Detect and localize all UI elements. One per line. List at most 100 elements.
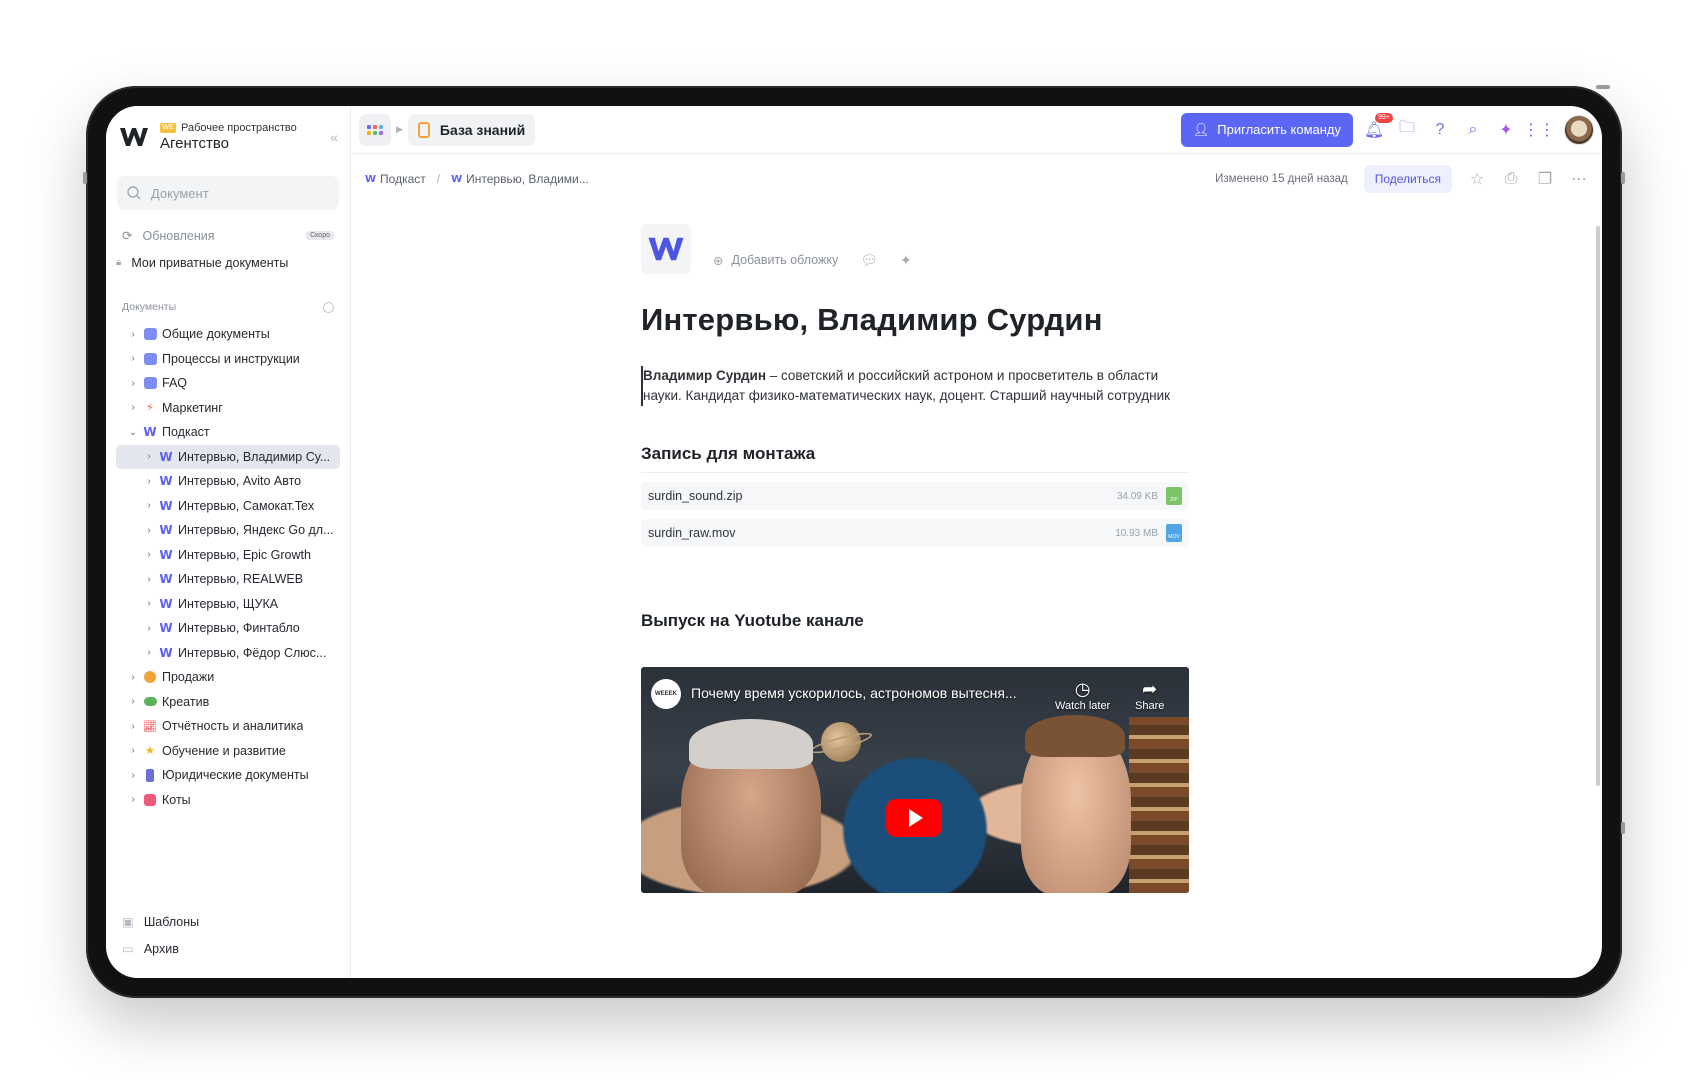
tree-item-surdin[interactable]: › W Интервью, Владимир Су... [116,444,340,469]
chevron-right-icon[interactable]: › [128,770,138,781]
invite-team-button[interactable]: 👤︎ Пригласить команду [1180,112,1353,147]
tree-item-analytics[interactable]: › 📈︎ Отчётность и аналитика [116,714,340,739]
collapse-sidebar-icon[interactable]: « [330,129,338,145]
tree-item-sales[interactable]: › Продажи [116,665,340,690]
chevron-right-icon[interactable]: › [144,500,154,511]
tree-item-legal[interactable]: › Юридические документы [116,763,340,788]
camera [1596,85,1610,89]
favorite-icon[interactable]: ☆ [1468,169,1486,189]
nav-updates[interactable]: ⟳ Обновления Скоро [106,222,350,249]
tree-item-podcast[interactable]: ⌄ W Подкаст [116,420,340,445]
tree-item-processes[interactable]: › Процессы и инструкции [116,347,340,372]
copy-icon[interactable]: ❐ [1536,169,1554,189]
w-logo-icon: W [365,173,377,185]
help-button[interactable]: ? [1428,118,1452,142]
search-button[interactable]: ⌕ [1461,118,1485,142]
chevron-right-icon[interactable]: › [128,378,138,389]
tree-item-label: Интервью, Фёдор Слюс... [178,645,327,660]
tree-item-label: Подкаст [162,425,210,440]
chevron-right-icon[interactable]: › [128,672,138,683]
chevron-right-icon[interactable]: › [128,353,138,364]
w-logo-icon: W [451,173,463,185]
breadcrumb-current[interactable]: Интервью, Владими... [466,172,589,186]
tree-item-creative[interactable]: › Креатив [116,690,340,715]
doc-subbar: W Подкаст / W Интервью, Владими... Измен… [351,154,1602,204]
chevron-right-icon[interactable]: › [128,721,138,732]
w-logo-icon: W [159,523,173,538]
tree-item-shchuka[interactable]: › W Интервью, ЩУКА [116,592,340,617]
add-cover-button[interactable]: ⊕ Добавить обложку [713,253,838,268]
tree-item-realweb[interactable]: › W Интервью, REALWEB [116,567,340,592]
tree-item-learning[interactable]: › ★ Обучение и развитие [116,739,340,764]
tree-item-yandex[interactable]: › W Интервью, Яндекс Go дл... [116,518,340,543]
w-logo-icon: W [159,596,173,611]
chevron-down-icon[interactable]: ⌄ [128,427,138,438]
chevron-right-icon[interactable]: › [144,549,154,560]
breadcrumb-root[interactable]: Подкаст [380,172,426,186]
chevron-right-icon[interactable]: › [128,696,138,707]
page-title[interactable]: Интервью, Владимир Сурдин [641,302,1189,338]
tree-item-label: Процессы и инструкции [162,351,300,366]
nav-archive[interactable]: ▭ Архив [106,935,350,962]
play-button[interactable] [886,799,942,837]
file-name: surdin_raw.mov [648,526,736,540]
chevron-right-icon[interactable]: › [144,574,154,585]
channel-avatar[interactable]: WEEEK [651,679,681,709]
tree-item-epic[interactable]: › W Интервью, Epic Growth [116,543,340,568]
ai-button[interactable]: ✦ [1494,118,1518,142]
add-doc-icon[interactable] [323,301,334,313]
heading-youtube[interactable]: Выпуск на Yuotube канале [641,611,1189,631]
comment-icon[interactable]: 💬︎ [860,252,878,269]
doc-emoji-icon[interactable] [641,224,691,274]
tree-item-fedor[interactable]: › W Интервью, Фёдор Слюс... [116,641,340,666]
chevron-right-icon[interactable]: › [144,647,154,658]
nav-private-docs[interactable]: 🔒︎ Мои приватные документы [106,249,350,276]
more-icon[interactable]: ⋯ [1570,169,1588,189]
apps-button[interactable] [359,113,391,146]
chevron-right-icon[interactable]: › [128,745,138,756]
coin-icon [143,670,157,684]
search-icon: ⌕ [1468,120,1478,138]
tree-item-avito[interactable]: › W Интервью, Avito Авто [116,469,340,494]
tree-item-faq[interactable]: › FAQ [116,371,340,396]
workspace-switcher[interactable]: WE Рабочее пространство Агентство « [106,112,350,162]
chevron-right-icon[interactable]: › [144,525,154,536]
scrollbar[interactable] [1596,226,1600,786]
bell-icon: 🔔︎ [1363,121,1385,139]
sparkle-icon[interactable]: ✦ [900,252,912,269]
video-share-label: Share [1135,700,1165,712]
chevron-right-icon[interactable]: › [128,329,138,340]
print-icon[interactable]: ⎙ [1502,170,1520,188]
tree-item-cats[interactable]: › Коты [116,788,340,813]
tree-item-marketing[interactable]: › ⚡︎ Маркетинг [116,396,340,421]
more-apps-button[interactable]: ⋮⋮ [1523,118,1555,142]
share-button[interactable]: Поделиться [1363,165,1452,193]
chevron-right-icon[interactable]: › [144,451,154,462]
notifications-button[interactable]: 🔔︎ 99+ [1362,112,1393,142]
nav-templates[interactable]: ▣ Шаблоны [106,908,350,935]
help-icon: ? [1435,120,1445,138]
image-icon: ⊕ [713,253,724,268]
chevron-right-icon[interactable]: › [144,476,154,487]
watch-later-button[interactable]: ◷ Watch later [1055,679,1110,712]
heading-recording[interactable]: Запись для монтажа [641,444,1189,473]
chart-icon: 📈︎ [143,720,157,733]
tree-item-general[interactable]: › Общие документы [116,322,340,347]
chevron-right-icon[interactable]: › [144,598,154,609]
youtube-embed[interactable]: WEEEK Почему время ускорилось, астрономо… [641,667,1189,893]
video-share-button[interactable]: ➦ Share [1135,679,1164,712]
file-attachment[interactable]: surdin_raw.mov 10.93 MB MOV [641,519,1189,547]
search-input[interactable]: Документ [117,176,339,210]
avatar[interactable] [1564,114,1594,145]
chevron-right-icon[interactable]: › [128,794,138,805]
chevron-right-icon[interactable]: › [144,623,154,634]
folder-button[interactable]: 🗀 [1395,118,1419,142]
file-attachment[interactable]: surdin_sound.zip 34.09 KB ZIP [641,482,1189,510]
knowledge-base-button[interactable]: База знаний [407,113,536,146]
doc-paragraph[interactable]: Владимир Сурдин – советский и российский… [641,366,1189,406]
tree-item-samokat[interactable]: › W Интервью, Самокат.Tex [116,494,340,519]
tree-item-fintablo[interactable]: › W Интервью, Финтабло [116,616,340,641]
sparkle-icon: ✦ [1499,121,1513,139]
chevron-right-icon[interactable]: › [128,402,138,413]
video-title[interactable]: Почему время ускорилось, астрономов выте… [691,685,1017,701]
